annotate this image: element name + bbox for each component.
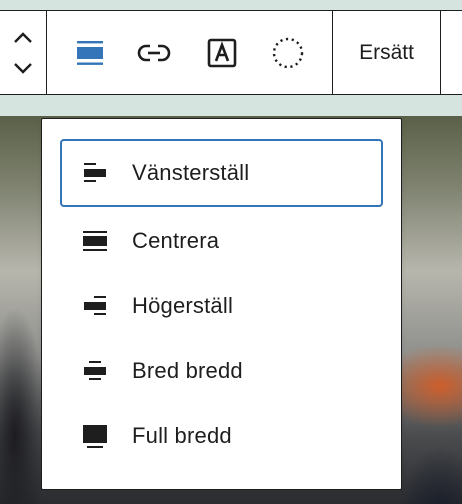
menu-item-label: Full bredd: [132, 423, 232, 448]
align-full-width-icon: [80, 421, 110, 451]
chevron-up-down-icon: [12, 28, 34, 78]
toolbar-divider: [46, 11, 47, 94]
menu-item-align-left[interactable]: Vänsterställ: [60, 139, 383, 207]
menu-item-align-right[interactable]: Högerställ: [60, 272, 383, 340]
align-right-icon: [80, 291, 110, 321]
block-toolbar: Ersätt: [0, 10, 462, 95]
align-wide-icon: [80, 356, 110, 386]
text-box-icon: [207, 38, 237, 68]
move-up-down-button[interactable]: [0, 11, 46, 94]
menu-item-label: Vänsterställ: [132, 160, 250, 185]
align-button[interactable]: [68, 11, 112, 94]
align-dropdown-menu: Vänsterställ Centrera Högerställ Bred br…: [41, 118, 402, 490]
menu-item-align-wide[interactable]: Bred bredd: [60, 337, 383, 405]
menu-item-label: Bred bredd: [132, 358, 243, 383]
menu-item-align-center[interactable]: Centrera: [60, 207, 383, 275]
menu-item-label: Centrera: [132, 228, 220, 253]
align-center-icon: [80, 226, 110, 256]
replace-label: Ersätt: [359, 40, 414, 64]
link-button[interactable]: [132, 11, 176, 94]
toolbar-divider: [440, 11, 441, 94]
menu-item-label: Högerställ: [132, 293, 234, 318]
replace-button[interactable]: Ersätt: [333, 11, 440, 94]
dotted-circle-icon: [271, 36, 305, 70]
menu-item-align-full[interactable]: Full bredd: [60, 402, 383, 470]
align-left-icon: [80, 158, 110, 188]
align-left-icon: [76, 39, 104, 67]
text-overlay-button[interactable]: [200, 11, 244, 94]
duotone-button[interactable]: [266, 11, 310, 94]
link-icon: [137, 42, 171, 64]
